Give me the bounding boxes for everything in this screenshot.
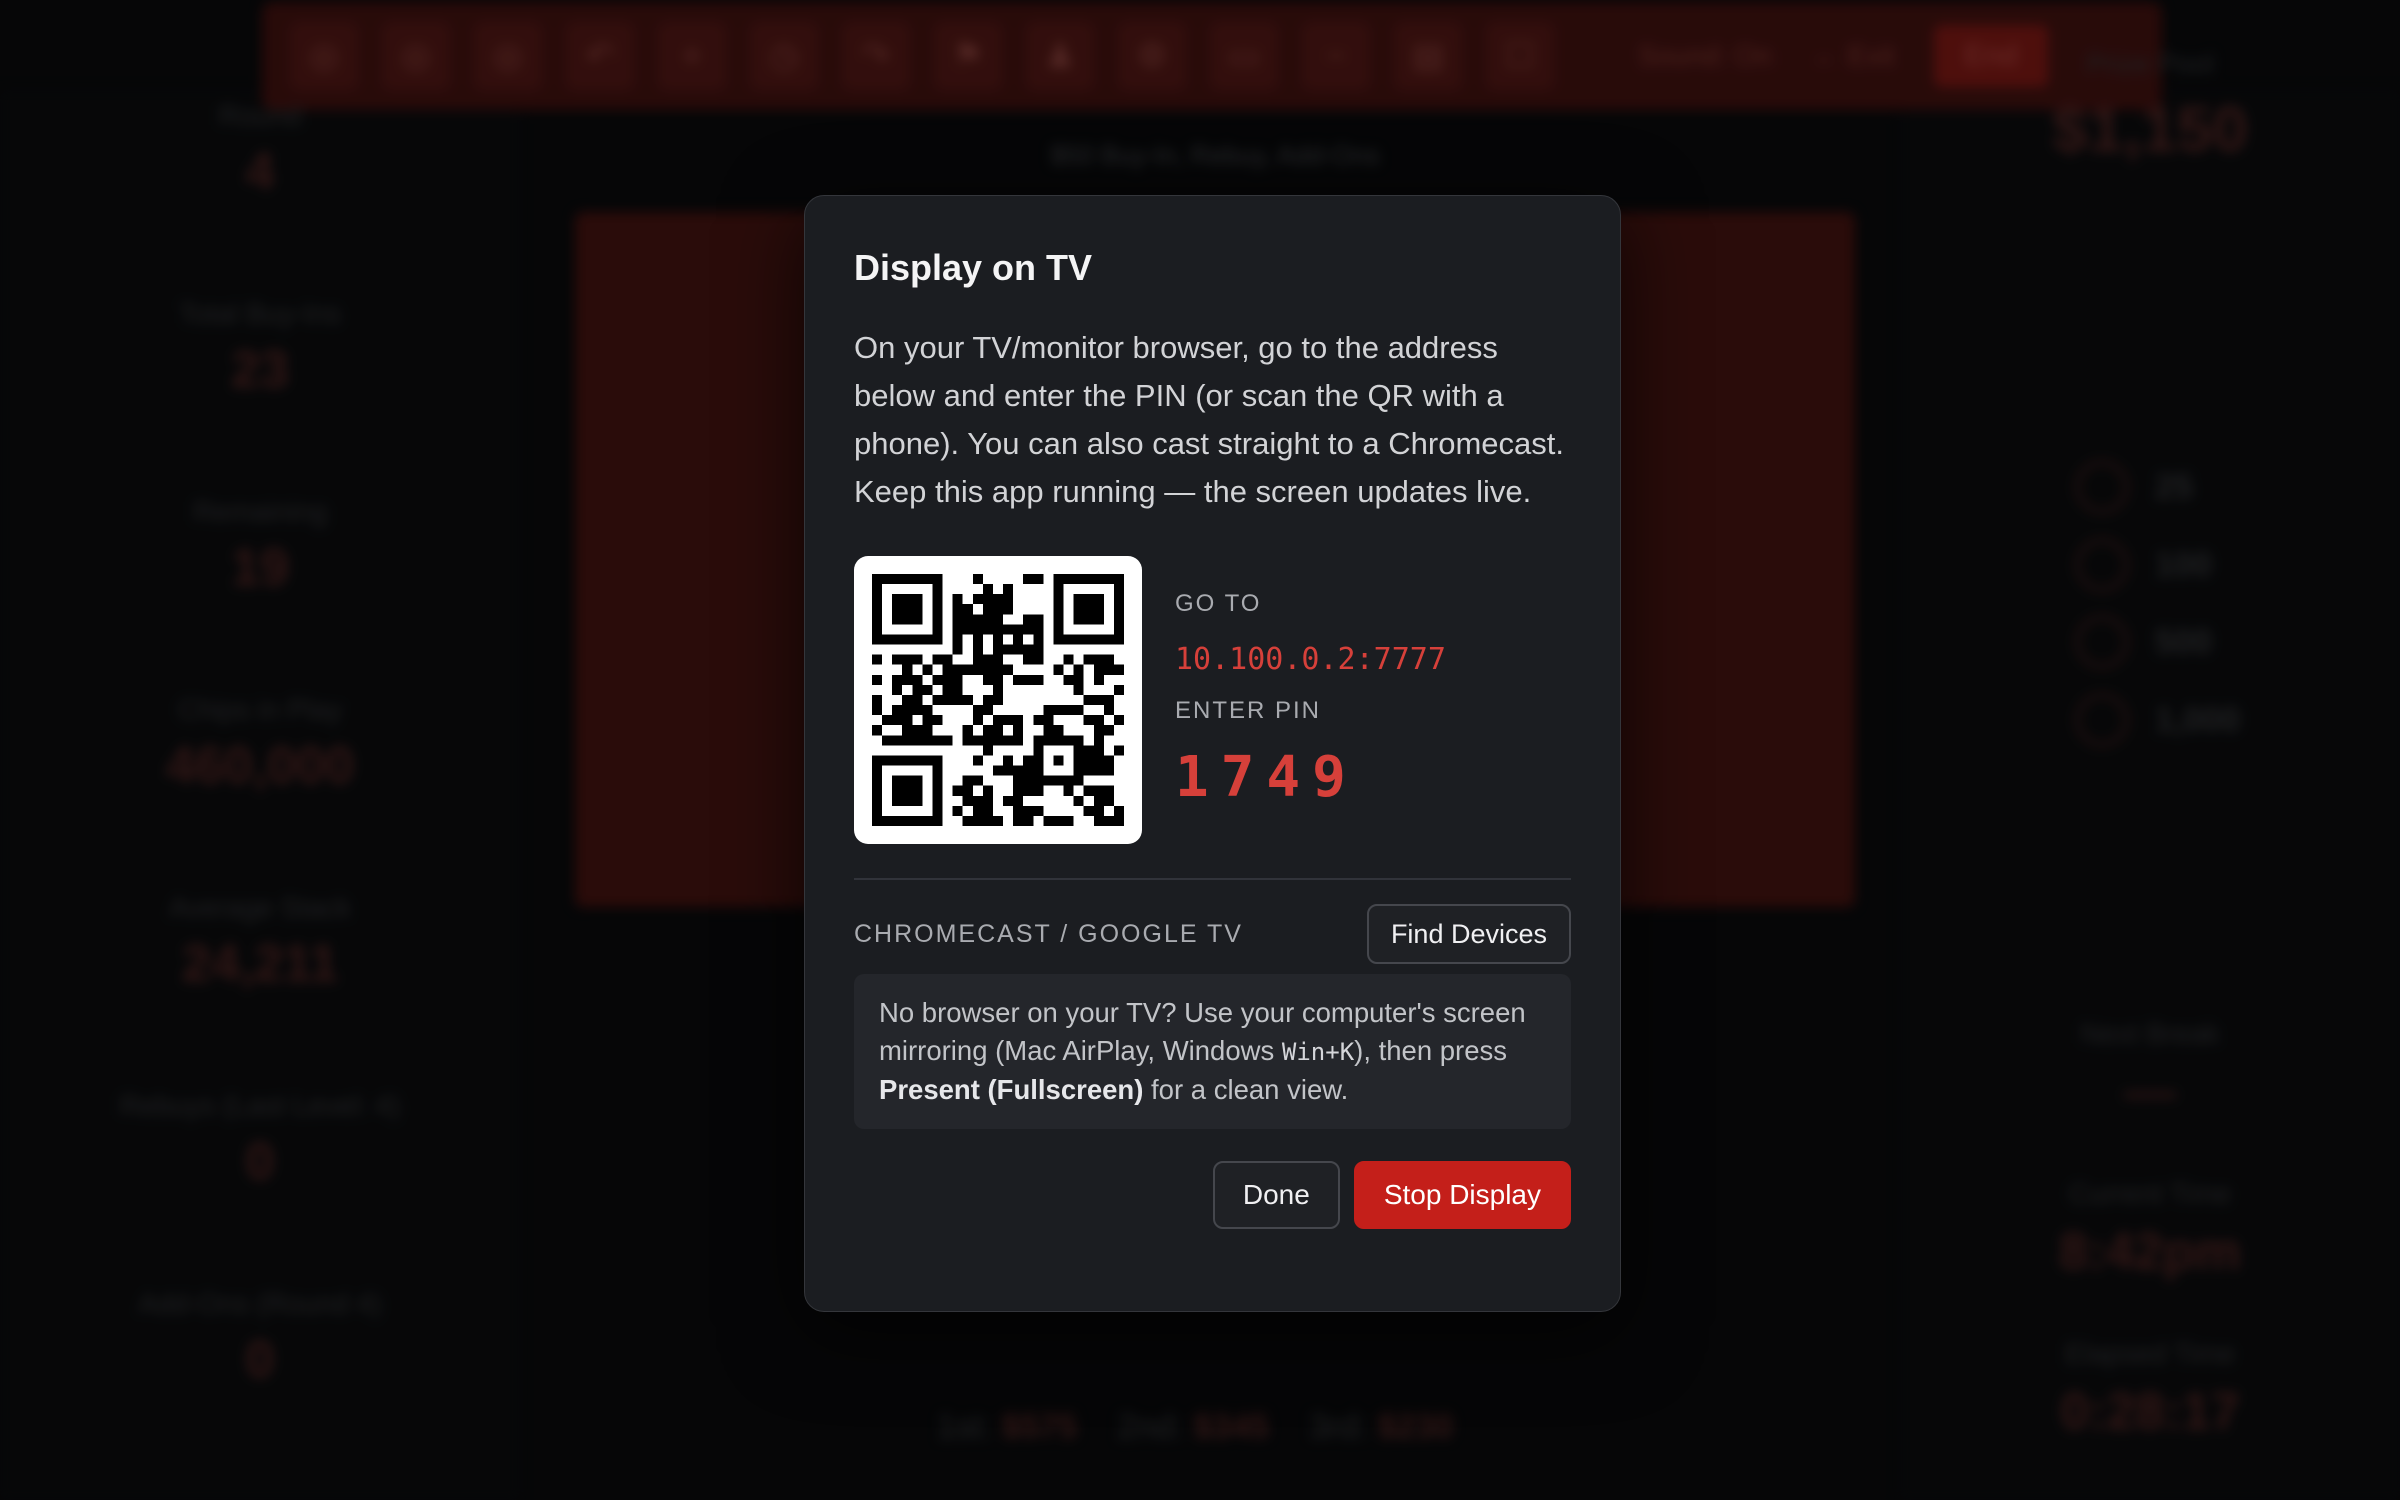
enter-pin-label: ENTER PIN: [1175, 697, 1322, 724]
display-address: 10.100.0.2:7777: [1175, 642, 1446, 677]
hint-shortcut: Win+K: [1281, 1038, 1355, 1066]
divider: [854, 878, 1571, 880]
qr-code-image: [872, 574, 1124, 826]
qr-modules: [872, 574, 1124, 826]
stop-display-button[interactable]: Stop Display: [1353, 1161, 1571, 1229]
hint-text: for a clean view.: [1143, 1074, 1349, 1105]
dialog-description: On your TV/monitor browser, go to the ad…: [854, 330, 1564, 509]
screen-mirroring-hint: No browser on your TV? Use your computer…: [854, 974, 1571, 1129]
display-pin: 1749: [1175, 745, 1358, 810]
connection-info: GO TO 10.100.0.2:7777 ENTER PIN 1749: [854, 556, 1571, 844]
hint-emphasis: Present (Fullscreen): [879, 1074, 1144, 1105]
display-on-tv-dialog: Display on TV On your TV/monitor browser…: [804, 195, 1621, 1312]
done-button[interactable]: Done: [1212, 1161, 1340, 1229]
qr-code: [854, 556, 1142, 844]
dialog-title: Display on TV: [854, 247, 1093, 288]
go-to-label: GO TO: [1175, 590, 1262, 617]
chromecast-label: CHROMECAST / GOOGLE TV: [854, 919, 1243, 948]
hint-text: ), then press: [1354, 1035, 1508, 1066]
find-devices-button[interactable]: Find Devices: [1366, 904, 1571, 964]
